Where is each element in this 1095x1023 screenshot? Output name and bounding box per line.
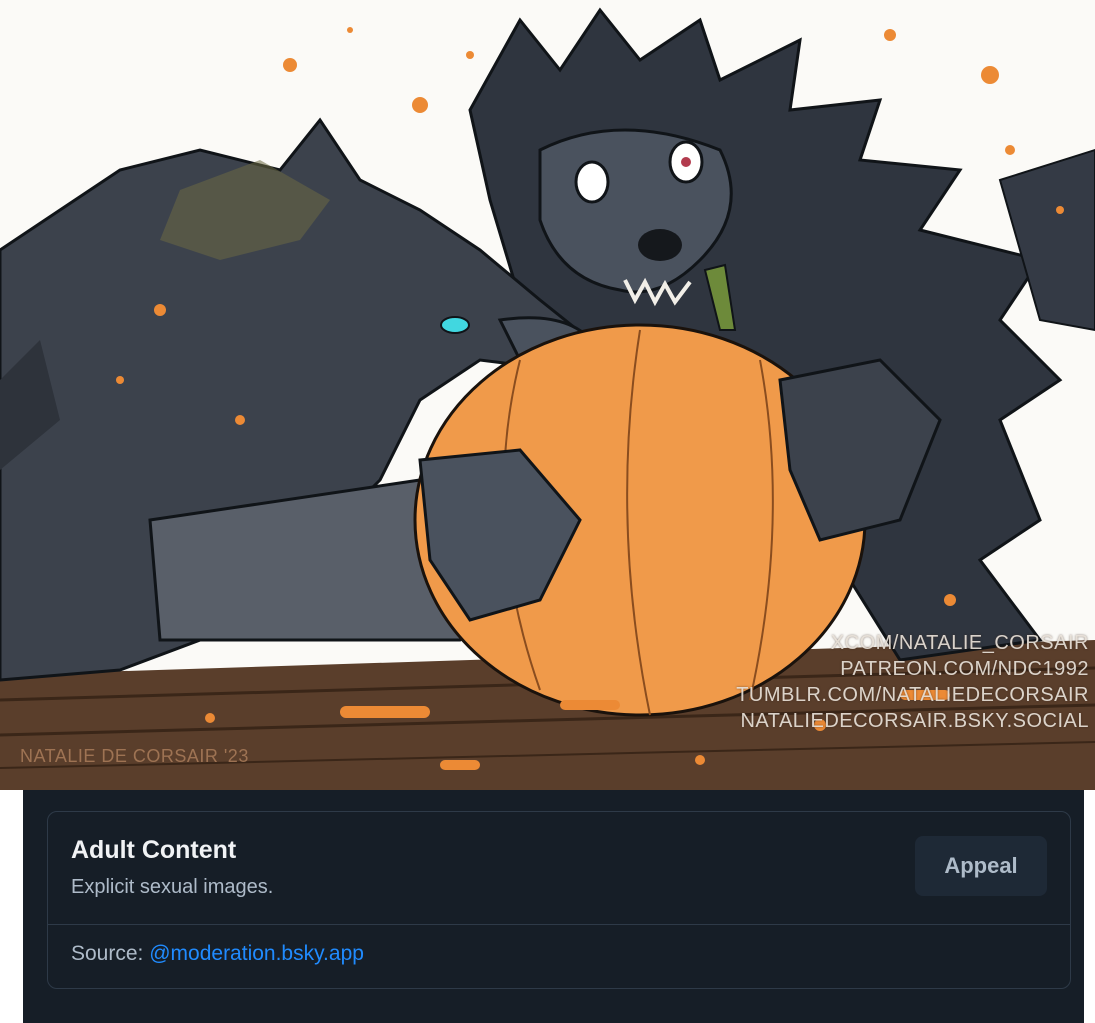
watermark-line: XCOM/NATALIE_CORSAIR xyxy=(830,632,1089,654)
label-title: Adult Content xyxy=(71,836,237,864)
moderation-label-card: Adult Content Explicit sexual images. Ap… xyxy=(47,811,1071,989)
appeal-button[interactable]: Appeal xyxy=(915,836,1047,896)
label-header: Adult Content Explicit sexual images. Ap… xyxy=(48,812,1070,925)
watermark-block: XCOM/NATALIE_CORSAIR PATREON.COM/NDC1992… xyxy=(736,630,1089,734)
post-image[interactable]: NATALIE DE CORSAIR '23 XCOM/NATALIE_CORS… xyxy=(0,0,1095,790)
source-link[interactable]: @moderation.bsky.app xyxy=(149,942,364,965)
artist-signature: NATALIE DE CORSAIR '23 xyxy=(20,746,249,766)
label-source: Source: @moderation.bsky.app xyxy=(71,942,364,966)
watermark-line: TUMBLR.COM/NATALIEDECORSAIR xyxy=(736,684,1089,706)
label-description: Explicit sexual images. xyxy=(71,876,274,898)
moderation-panel: Adult Content Explicit sexual images. Ap… xyxy=(23,790,1084,1023)
watermark-line: NATALIEDECORSAIR.BSKY.SOCIAL xyxy=(740,710,1089,732)
source-prefix: Source: xyxy=(71,942,150,965)
watermark-line: PATREON.COM/NDC1992 xyxy=(840,658,1089,680)
